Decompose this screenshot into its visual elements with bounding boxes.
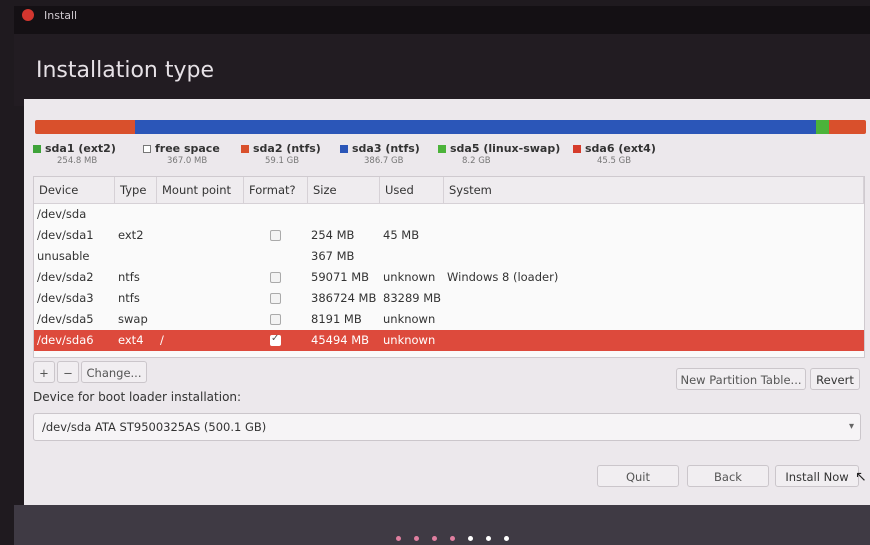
- table-row[interactable]: /dev/sda3 ntfs 386724 MB 83289 MB: [34, 288, 864, 309]
- progress-dot: [468, 536, 473, 541]
- legend-swatch: [340, 145, 348, 153]
- revert-button[interactable]: Revert: [810, 368, 860, 390]
- legend-name: free space: [155, 142, 220, 155]
- column-header[interactable]: Size: [308, 177, 380, 203]
- column-header[interactable]: Mount point: [157, 177, 244, 203]
- cell-used: unknown: [383, 312, 436, 326]
- window-title: Install: [44, 9, 78, 22]
- cell-type: ntfs: [118, 270, 140, 284]
- change-partition-button[interactable]: Change...: [81, 361, 147, 383]
- column-header[interactable]: Device: [34, 177, 115, 203]
- cell-used: unknown: [383, 333, 436, 347]
- format-checkbox[interactable]: [270, 293, 281, 304]
- legend-name: sda5 (linux-swap): [450, 142, 561, 155]
- add-partition-button[interactable]: +: [33, 361, 55, 383]
- format-checkbox[interactable]: [270, 314, 281, 325]
- cell-type: ext2: [118, 228, 144, 242]
- progress-dot: [414, 536, 419, 541]
- cell-used: 83289 MB: [383, 291, 442, 305]
- quit-button[interactable]: Quit: [597, 465, 679, 487]
- table-row[interactable]: /dev/sda6 ext4 / 45494 MB unknown ✓: [34, 330, 864, 351]
- title-bar: [14, 6, 870, 34]
- remove-partition-button[interactable]: −: [57, 361, 79, 383]
- legend-swatch: [143, 145, 151, 153]
- table-row[interactable]: /dev/sda5 swap 8191 MB unknown: [34, 309, 864, 330]
- legend-swatch: [241, 145, 249, 153]
- cell-used: unknown: [383, 270, 436, 284]
- cell-device: /dev/sda6: [37, 333, 94, 347]
- progress-dot: [396, 536, 401, 541]
- table-row[interactable]: /dev/sda: [34, 204, 864, 225]
- progress-dot: [486, 536, 491, 541]
- usage-segment: [816, 120, 829, 134]
- column-header[interactable]: Used: [380, 177, 444, 203]
- legend-size: 8.2 GB: [462, 156, 491, 166]
- disk-usage-bar: [35, 120, 866, 134]
- cell-size: 45494 MB: [311, 333, 370, 347]
- install-now-button[interactable]: Install Now: [775, 465, 859, 487]
- usage-segment: [828, 120, 866, 134]
- partition-legend: sda1 (ext2) 254.8 MB free space 367.0 MB sda…: [33, 142, 863, 176]
- cell-used: 45 MB: [383, 228, 420, 242]
- cell-device: /dev/sda5: [37, 312, 94, 326]
- footer-bar: [14, 505, 870, 545]
- back-button[interactable]: Back: [687, 465, 769, 487]
- cell-mount: /: [160, 333, 164, 347]
- legend-swatch: [573, 145, 581, 153]
- legend-name: sda6 (ext4): [585, 142, 656, 155]
- cell-type: swap: [118, 312, 148, 326]
- usage-segment: [35, 120, 135, 134]
- cell-type: ntfs: [118, 291, 140, 305]
- legend-size: 59.1 GB: [265, 156, 300, 166]
- boot-loader-value: /dev/sda ATA ST9500325AS (500.1 GB): [42, 420, 267, 434]
- table-row[interactable]: /dev/sda1 ext2 254 MB 45 MB: [34, 225, 864, 246]
- legend-name: sda3 (ntfs): [352, 142, 420, 155]
- table-row[interactable]: unusable 367 MB: [34, 246, 864, 267]
- format-checkbox[interactable]: ✓: [270, 333, 281, 346]
- cell-device: /dev/sda: [37, 207, 87, 221]
- close-window-button[interactable]: [22, 9, 34, 21]
- cell-size: 59071 MB: [311, 270, 370, 284]
- column-header[interactable]: Type: [115, 177, 157, 203]
- boot-loader-label: Device for boot loader installation:: [33, 390, 242, 404]
- table-header: Device Type Mount point Format? Size Used Syst…: [34, 177, 864, 204]
- progress-dot: [504, 536, 509, 541]
- page-title: Installation type: [36, 58, 214, 83]
- partition-table[interactable]: Device Type Mount point Format? Size Used Syst…: [33, 176, 865, 358]
- progress-dot: [450, 536, 455, 541]
- cell-device: /dev/sda1: [37, 228, 94, 242]
- legend-size: 367.0 MB: [167, 156, 208, 166]
- legend-size: 45.5 GB: [597, 156, 632, 166]
- cell-size: 367 MB: [311, 249, 355, 263]
- checkmark-icon: ✓: [271, 333, 280, 344]
- mouse-pointer-icon: ↖: [855, 469, 867, 485]
- cell-size: 386724 MB: [311, 291, 377, 305]
- legend-name: sda2 (ntfs): [253, 142, 321, 155]
- cell-device: /dev/sda3: [37, 291, 94, 305]
- cell-size: 254 MB: [311, 228, 355, 242]
- boot-loader-select[interactable]: /dev/sda ATA ST9500325AS (500.1 GB) ▾: [33, 413, 861, 441]
- progress-dot: [432, 536, 437, 541]
- legend-size: 386.7 GB: [364, 156, 404, 166]
- legend-swatch: [438, 145, 446, 153]
- cell-device: /dev/sda2: [37, 270, 94, 284]
- column-header[interactable]: System: [444, 177, 864, 203]
- format-checkbox[interactable]: [270, 230, 281, 241]
- legend-name: sda1 (ext2): [45, 142, 116, 155]
- format-checkbox[interactable]: [270, 272, 281, 283]
- column-header[interactable]: Format?: [244, 177, 308, 203]
- legend-size: 254.8 MB: [57, 156, 98, 166]
- chevron-down-icon: ▾: [848, 421, 854, 432]
- legend-swatch: [33, 145, 41, 153]
- usage-segment: [134, 120, 817, 134]
- cell-size: 8191 MB: [311, 312, 362, 326]
- table-row[interactable]: /dev/sda2 ntfs 59071 MB unknown Windows 8 (l…: [34, 267, 864, 288]
- cell-type: ext4: [118, 333, 144, 347]
- new-partition-table-button[interactable]: New Partition Table...: [676, 368, 806, 390]
- cell-system: Windows 8 (loader): [447, 270, 559, 284]
- cell-device: unusable: [37, 249, 90, 263]
